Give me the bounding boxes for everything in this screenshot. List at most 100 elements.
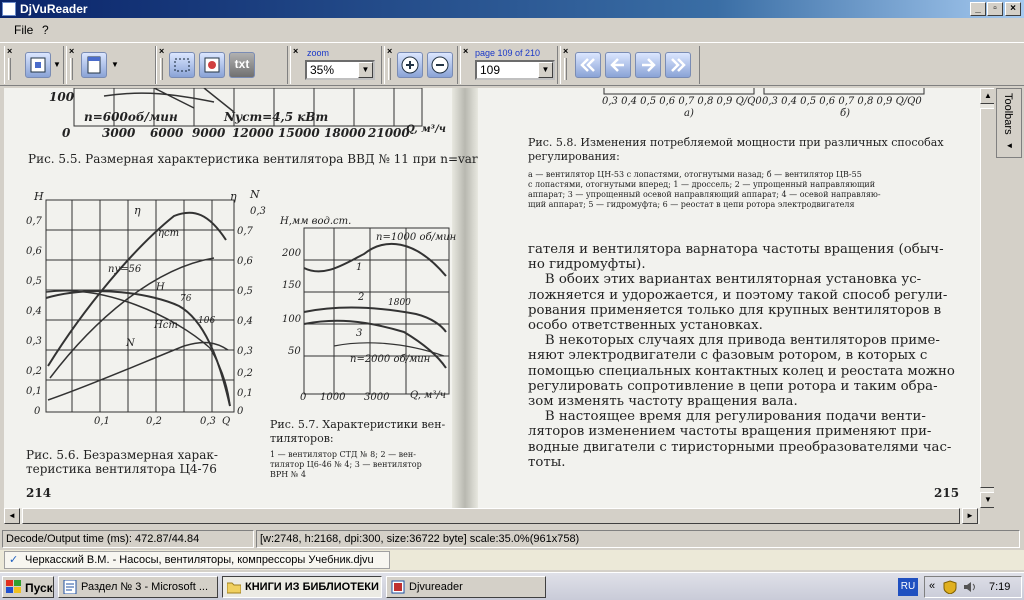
top-curve-label-n: n=600об/мин xyxy=(84,110,178,124)
toolbar-group-pages: × page 109 of 210 109 ▼ xyxy=(460,46,558,84)
maximize-button[interactable]: ▫ xyxy=(987,2,1003,16)
chevron-down-icon[interactable]: ▼ xyxy=(111,60,119,69)
zoom-in-button[interactable] xyxy=(397,52,423,78)
chevron-left-icon[interactable]: « xyxy=(929,580,935,592)
grip-handle[interactable] xyxy=(564,58,567,80)
close-group-icon[interactable]: × xyxy=(159,46,164,56)
chevron-down-icon[interactable]: ▼ xyxy=(538,62,553,78)
text-layer-button[interactable]: txt xyxy=(229,52,255,78)
fig56-yr-tick: 0,2 xyxy=(237,368,253,379)
grip-handle[interactable] xyxy=(160,58,163,80)
close-group-icon[interactable]: × xyxy=(7,46,12,56)
page-value: 109 xyxy=(480,63,501,77)
start-button[interactable]: Пуск xyxy=(2,576,54,598)
scroll-left-button[interactable]: ◄ xyxy=(4,508,20,524)
fig58-caption: регулирования: xyxy=(528,150,620,163)
text-line: рования применяется только для крупных в… xyxy=(528,302,942,318)
fig56-curve-label: Hст xyxy=(154,320,178,331)
text-line: гателя и вентилятора варнатора частоты в… xyxy=(528,242,944,257)
top-x-tick: 9000 xyxy=(192,126,226,140)
system-tray: « 7:19 xyxy=(924,576,1022,598)
taskbar-item-djvureader[interactable]: Djvureader xyxy=(386,576,546,598)
zoom-in-icon xyxy=(401,56,419,74)
first-page-button[interactable] xyxy=(575,52,601,78)
fig58-legend: аппарат; 3 — упрощенный осевой направляю… xyxy=(528,190,881,199)
scroll-thumb[interactable] xyxy=(980,108,994,488)
grip-handle[interactable] xyxy=(388,58,391,80)
speaker-icon[interactable] xyxy=(963,580,977,594)
app-icon[interactable] xyxy=(2,2,16,16)
menu-file[interactable]: File xyxy=(14,23,33,37)
page-select[interactable]: 109 ▼ xyxy=(475,60,555,80)
fig56-y-tick: 0,2 xyxy=(26,366,42,377)
word-document-icon xyxy=(63,580,77,594)
document-viewer[interactable]: 100 n=600об/мин Nуст=4,5 кВт 0 3000 6000… xyxy=(4,88,994,508)
body-text: гателя и вентилятора варнатора частоты в… xyxy=(528,242,968,470)
close-group-icon[interactable]: × xyxy=(293,46,298,56)
toolbar-group-page: × ▼ xyxy=(66,46,156,84)
page-mode-button[interactable] xyxy=(81,52,107,78)
horizontal-scrollbar[interactable]: ◄ ► xyxy=(4,508,980,524)
title-bar[interactable]: DjVuReader _ ▫ × xyxy=(0,0,1024,18)
grip-handle[interactable] xyxy=(70,58,73,80)
fig57-x-title: Q, м³/ч xyxy=(410,390,446,401)
taskbar-item-label: Раздел № 3 - Microsoft ... xyxy=(81,581,209,593)
scroll-up-button[interactable]: ▲ xyxy=(980,88,994,104)
menu-help[interactable]: ? xyxy=(42,23,49,37)
fig56-caption: Рис. 5.6. Безразмерная харак- xyxy=(26,448,218,462)
close-group-icon[interactable]: × xyxy=(387,46,392,56)
clock[interactable]: 7:19 xyxy=(989,581,1010,593)
status-bar: Decode/Output time (ms): 472.87/44.84 [w… xyxy=(0,530,1024,548)
last-page-button[interactable] xyxy=(665,52,691,78)
toolbar-group-zoom-buttons: × xyxy=(384,46,458,84)
layout-button[interactable] xyxy=(25,52,51,78)
chevron-down-icon[interactable]: ▼ xyxy=(53,60,61,69)
security-shield-icon[interactable] xyxy=(943,580,957,594)
taskbar-item-word[interactable]: Раздел № 3 - Microsoft ... xyxy=(58,576,218,598)
fig56-yr2-title: N xyxy=(250,188,260,201)
horizontal-scroll-thumb[interactable] xyxy=(22,508,960,524)
select-area-button[interactable] xyxy=(169,52,195,78)
fig58-legend: щий аппарат; 5 — гидромуфта; 6 — реостат… xyxy=(528,200,855,209)
vertical-scrollbar[interactable]: ▲ ▼ xyxy=(980,88,994,508)
fig56-curve-label: 76 xyxy=(180,294,192,304)
taskbar-item-folder[interactable]: КНИГИ ИЗ БИБЛИОТЕКИ xyxy=(222,576,382,598)
minimize-button[interactable]: _ xyxy=(970,2,986,16)
fig56-curve-label: N xyxy=(126,338,135,349)
image-icon xyxy=(204,57,220,73)
fig57-x-tick: 3000 xyxy=(364,392,390,403)
top-x-tick: 21000 xyxy=(368,126,410,140)
zoom-select[interactable]: 35% ▼ xyxy=(305,60,375,80)
fig58-axis-a: 0,3 0,4 0,5 0,6 0,7 0,8 0,9 Q/Q0 xyxy=(602,96,762,107)
text-line: ляторов изменением частоты вращения прим… xyxy=(528,424,932,440)
language-indicator[interactable]: RU xyxy=(898,578,918,596)
fig57-y-title: H,мм вод.ст. xyxy=(280,216,352,227)
previous-page-button[interactable] xyxy=(605,52,631,78)
chevron-down-icon[interactable]: ▼ xyxy=(358,62,373,78)
close-group-icon[interactable]: × xyxy=(463,46,468,56)
document-page-spread: 100 n=600об/мин Nуст=4,5 кВт 0 3000 6000… xyxy=(4,88,980,508)
fig56-yr-tick: 0,5 xyxy=(237,286,253,297)
close-group-icon[interactable]: × xyxy=(563,46,568,56)
zoom-out-button[interactable] xyxy=(427,52,453,78)
toolbar-group-zoom: × zoom 35% ▼ xyxy=(290,46,382,84)
fig56-yr-tick: 0,3 xyxy=(237,346,253,357)
fig56-yr-tick: 0,3 xyxy=(250,206,266,217)
start-label: Пуск xyxy=(25,581,53,595)
close-group-icon[interactable]: × xyxy=(69,46,74,56)
scroll-right-button[interactable]: ► xyxy=(962,508,978,524)
fig56-y-tick: 0,4 xyxy=(26,306,42,317)
next-page-button[interactable] xyxy=(635,52,661,78)
image-button[interactable] xyxy=(199,52,225,78)
fig56-x-tick: 0,1 xyxy=(94,416,110,427)
zoom-label: zoom xyxy=(307,48,330,58)
window-title: DjVuReader xyxy=(20,2,88,16)
document-tab[interactable]: ✓ Черкасский В.М. - Насосы, вентиляторы,… xyxy=(4,551,390,569)
toolbars-panel-tab[interactable]: Toolbars ◄ xyxy=(996,88,1022,158)
page-count-label: page 109 of 210 xyxy=(475,48,541,58)
fig58-label-a: а) xyxy=(684,108,694,119)
grip-handle[interactable] xyxy=(8,58,11,80)
scroll-down-button[interactable]: ▼ xyxy=(980,492,994,508)
close-button[interactable]: × xyxy=(1005,2,1021,16)
fig56-curve-label: η xyxy=(134,204,141,217)
